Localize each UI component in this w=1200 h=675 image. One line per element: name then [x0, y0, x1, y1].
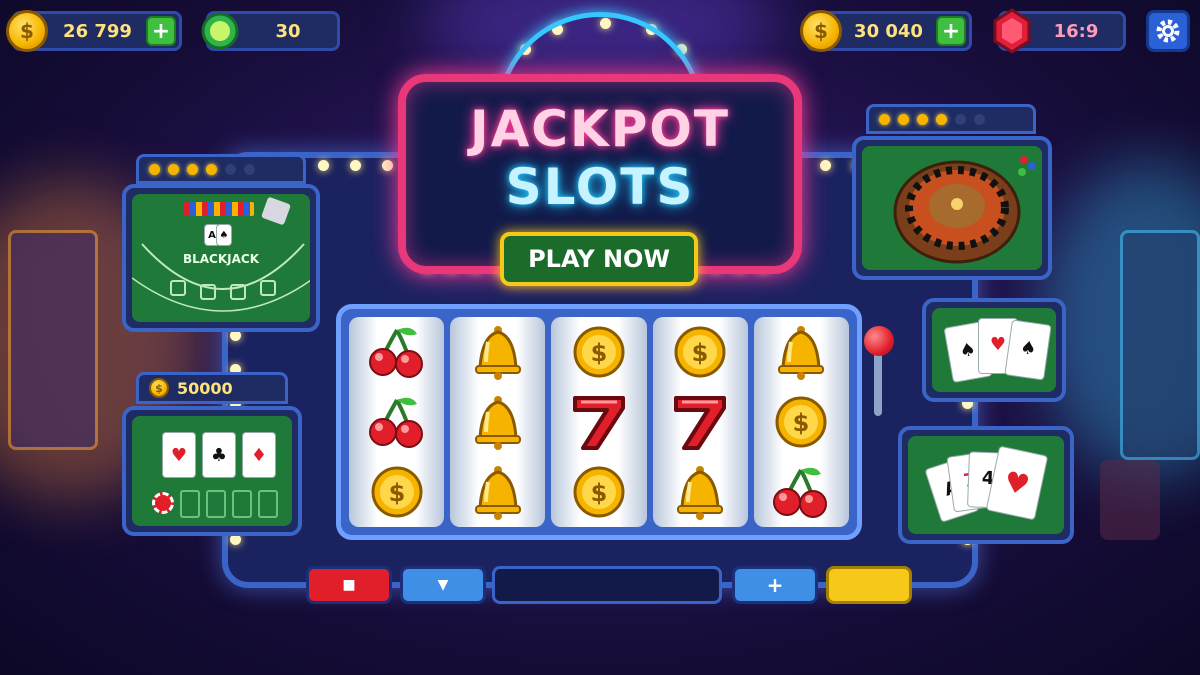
- indicator-light: [898, 113, 909, 125]
- card-game-panel[interactable]: ♠ ♥ ♠: [922, 298, 1066, 402]
- svg-text:$: $: [793, 409, 810, 437]
- bet-spot: [170, 280, 186, 296]
- light-bulb: [820, 160, 831, 171]
- reel-2: [450, 317, 546, 527]
- buy-coins-button[interactable]: +: [146, 16, 176, 46]
- poker-bet-tab: $ 50000: [136, 372, 288, 404]
- indicator-light: [168, 163, 179, 175]
- bell-icon: [463, 462, 533, 522]
- reel-1: $: [349, 317, 445, 527]
- reel-4: $: [652, 317, 748, 527]
- roulette-table-panel[interactable]: [852, 136, 1052, 280]
- lever-handle[interactable]: [864, 326, 894, 356]
- reel-window: $ $ $ $ $: [336, 304, 862, 540]
- svg-text:$: $: [591, 479, 608, 507]
- bell-icon: [665, 462, 735, 522]
- chip-stack: [1018, 168, 1026, 176]
- poker-table-panel[interactable]: ♥ ♣ ♦: [122, 406, 302, 536]
- indicator-light: [244, 163, 255, 175]
- playing-card-spade: ♠: [1004, 319, 1052, 381]
- cherry-icon: [766, 462, 836, 522]
- bet-spot: [230, 284, 246, 300]
- blackjack-felt: A ♠ BLACKJACK: [132, 194, 310, 322]
- background-arcade-machine: [1120, 230, 1200, 460]
- coin-icon: $: [665, 322, 735, 382]
- ruby-icon: [992, 8, 1032, 54]
- light-bulb: [318, 160, 329, 171]
- svg-text:$: $: [388, 479, 405, 507]
- bet-down-button[interactable]: ▼: [400, 566, 486, 604]
- card-fan-panel[interactable]: A 7 4 ♥: [898, 426, 1074, 544]
- light-bulb: [350, 160, 361, 171]
- buy-more-coins-button[interactable]: +: [936, 16, 966, 46]
- gem-icon: [200, 11, 240, 51]
- indicator-light: [206, 163, 217, 175]
- indicator-light: [955, 113, 966, 125]
- svg-text:$: $: [692, 339, 709, 367]
- indicator-light: [879, 113, 890, 125]
- bet-spot: [200, 284, 216, 300]
- coin-icon: $: [564, 462, 634, 522]
- cherry-icon: [362, 392, 432, 452]
- playing-card-heart: ♥: [162, 432, 196, 478]
- card-slot: [180, 490, 200, 518]
- coin-icon: $: [766, 392, 836, 452]
- bell-icon: [766, 322, 836, 382]
- bet-spot: [260, 280, 276, 296]
- reel-3: $ $: [551, 317, 647, 527]
- card-game-felt: ♠ ♥ ♠: [932, 308, 1056, 392]
- title-slots: SLOTS: [505, 158, 695, 216]
- blackjack-table-panel[interactable]: A ♠ BLACKJACK: [122, 184, 320, 332]
- coin-icon: $: [362, 462, 432, 522]
- coin-icon: $: [564, 322, 634, 382]
- spin-button[interactable]: [826, 566, 912, 604]
- background-arcade-machine: [8, 230, 98, 450]
- lever-stick[interactable]: [874, 350, 882, 416]
- roulette-felt: [862, 146, 1042, 270]
- indicator-light: [149, 163, 160, 175]
- chip-stack: [1020, 156, 1028, 164]
- background-arcade-machine: [1100, 460, 1160, 540]
- reel-5: $: [753, 317, 850, 527]
- card-slot: [232, 490, 252, 518]
- coin-icon: $: [6, 10, 48, 52]
- indicator-light: [187, 163, 198, 175]
- card-slot: [258, 490, 278, 518]
- card-fan-felt: A 7 4 ♥: [908, 436, 1064, 534]
- indicator-light: [917, 113, 928, 125]
- playing-card-diamond: ♦: [242, 432, 276, 478]
- bell-icon: [463, 392, 533, 452]
- bell-icon: [463, 322, 533, 382]
- svg-text:$: $: [591, 339, 608, 367]
- seven-icon: [665, 392, 735, 452]
- gear-icon: [1156, 19, 1180, 43]
- blackjack-tab: [136, 154, 306, 184]
- roulette-tab: [866, 104, 1036, 134]
- blackjack-label: BLACKJACK: [182, 252, 260, 266]
- coin-icon: $: [800, 10, 842, 52]
- card-slot: [206, 490, 226, 518]
- play-now-button[interactable]: PLAY NOW: [500, 232, 698, 286]
- playing-card-club: ♣: [202, 432, 236, 478]
- indicator-light: [936, 113, 947, 125]
- light-bulb: [382, 160, 393, 171]
- poker-bet-value: 50000: [177, 378, 233, 398]
- title-jackpot: JACKPOT: [470, 100, 730, 158]
- roulette-wheel-icon: [893, 160, 1021, 264]
- indicator-light: [225, 163, 236, 175]
- poker-felt: ♥ ♣ ♦: [132, 416, 292, 526]
- stop-button[interactable]: ■: [306, 566, 392, 604]
- seven-icon: [564, 392, 634, 452]
- bet-display: [492, 566, 722, 604]
- coin-icon: $: [149, 378, 169, 398]
- indicator-light: [974, 113, 985, 125]
- settings-button[interactable]: [1146, 10, 1190, 52]
- cherry-icon: [362, 322, 432, 382]
- chip-stack: [1028, 162, 1036, 170]
- poker-chip: [152, 492, 174, 514]
- bet-up-button[interactable]: +: [732, 566, 818, 604]
